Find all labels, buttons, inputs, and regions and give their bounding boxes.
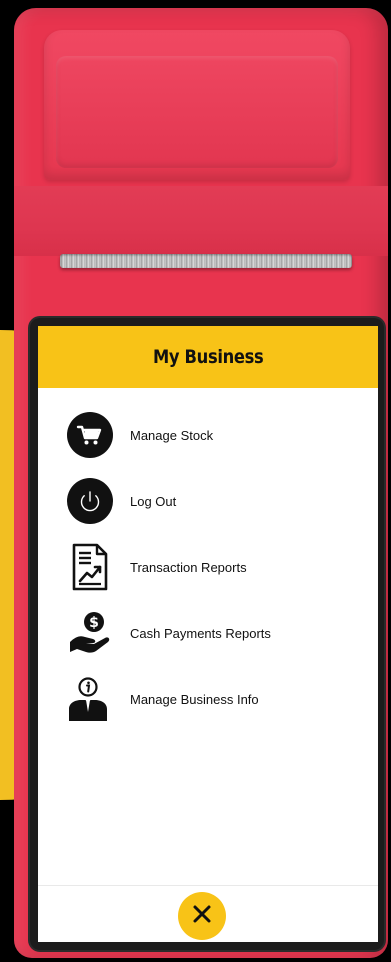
menu-item-cash-payments-reports[interactable]: $ Cash Payments Reports <box>38 600 378 666</box>
menu-item-transaction-reports[interactable]: Transaction Reports <box>38 534 378 600</box>
printer-bevel <box>14 186 388 256</box>
power-icon <box>67 477 113 525</box>
printer-lid <box>44 30 350 180</box>
close-button[interactable] <box>178 892 226 940</box>
business-info-icon <box>67 675 113 723</box>
svg-text:$: $ <box>89 615 99 631</box>
printer-lid-panel <box>56 56 338 168</box>
close-icon <box>192 904 212 929</box>
menu-item-manage-business-info[interactable]: Manage Business Info <box>38 666 378 732</box>
menu-item-label: Manage Business Info <box>130 691 259 707</box>
report-chart-icon <box>67 543 113 591</box>
pos-device: My Business Manage Stock Log Out Transac… <box>14 8 388 958</box>
menu-item-label: Cash Payments Reports <box>130 625 271 641</box>
app-header: My Business <box>38 326 378 388</box>
menu-item-label: Manage Stock <box>130 427 214 443</box>
menu-item-label: Log Out <box>130 493 177 509</box>
hand-dollar-icon: $ <box>67 609 113 657</box>
app-display: My Business Manage Stock Log Out Transac… <box>38 326 378 942</box>
paper-slot <box>60 254 352 268</box>
menu-list: Manage Stock Log Out Transaction Reports… <box>38 388 378 732</box>
menu-item-manage-stock[interactable]: Manage Stock <box>38 402 378 468</box>
bottom-bar <box>38 885 378 942</box>
cart-icon <box>67 411 113 459</box>
menu-item-label: Transaction Reports <box>130 559 247 575</box>
device-screen: My Business Manage Stock Log Out Transac… <box>30 318 384 950</box>
menu-item-log-out[interactable]: Log Out <box>38 468 378 534</box>
stage: My Business Manage Stock Log Out Transac… <box>0 0 391 962</box>
page-title: My Business <box>152 346 264 368</box>
